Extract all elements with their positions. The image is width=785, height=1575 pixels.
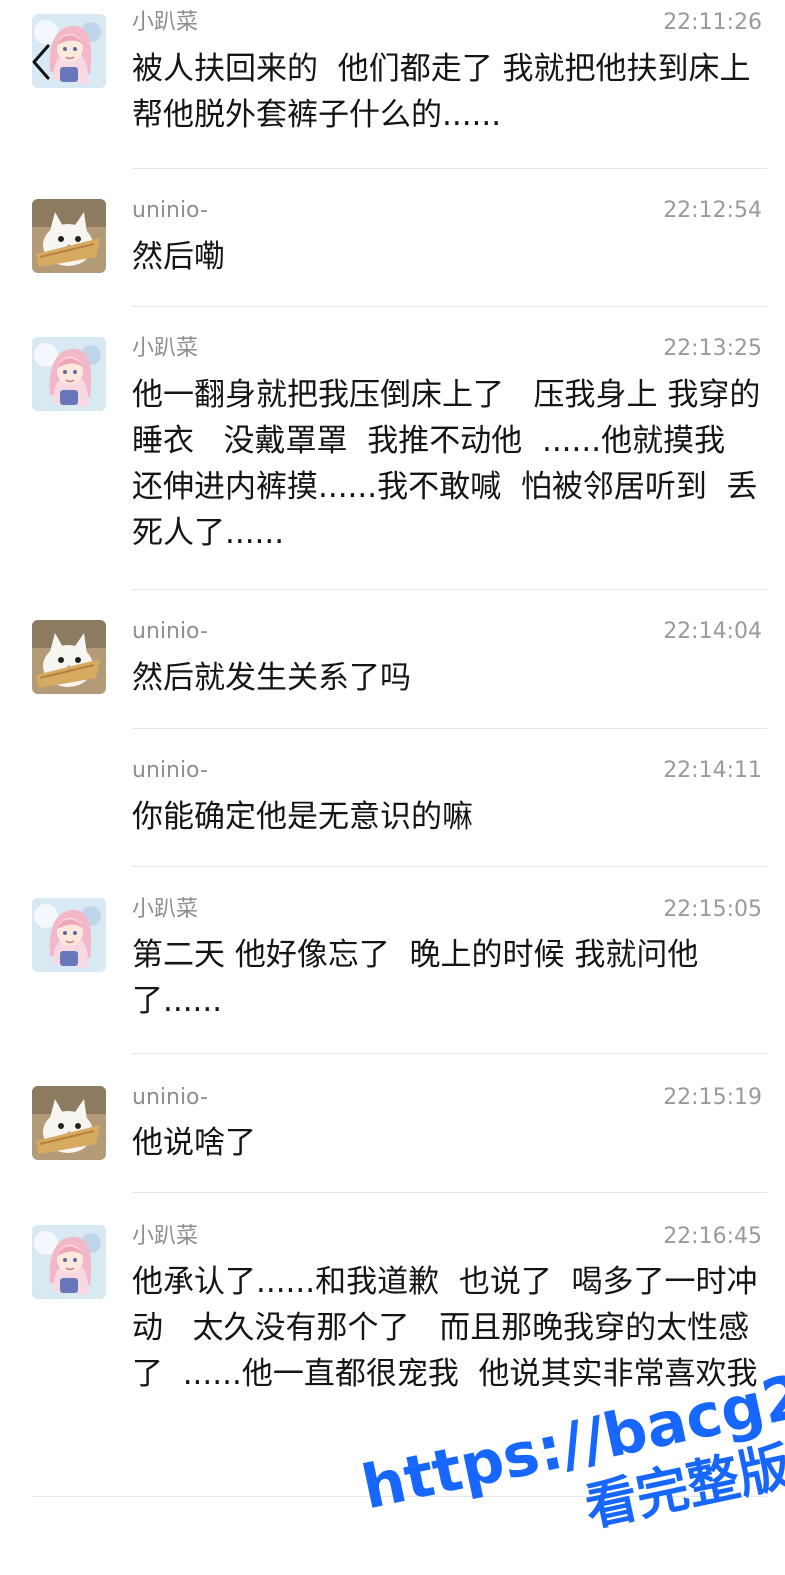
chat-message-4: uninio- 22:14:04 然后就发生关系了吗: [0, 591, 785, 730]
message-time: 22:15:05: [663, 897, 762, 922]
message-text: 他承认了......和我道歉 也说了 喝多了一时冲动 太久没有那个了 而且那晚我…: [132, 1264, 758, 1392]
message-time: 22:14:11: [663, 758, 762, 783]
chat-message-8: 小趴菜 22:16:45 他承认了......和我道歉 也说了 喝多了一时冲动 …: [0, 1194, 785, 1497]
message-divider: [132, 306, 767, 307]
message-divider: [132, 1192, 767, 1193]
message-sender: 小趴菜: [132, 336, 199, 361]
user-avatar-uninio[interactable]: [32, 620, 106, 694]
message-sender: uninio-: [132, 619, 208, 644]
anime-girl-avatar-icon: [32, 337, 106, 411]
message-divider: [132, 168, 767, 169]
message-divider: [132, 866, 767, 867]
message-time: 22:15:19: [663, 1085, 762, 1110]
message-time: 22:12:54: [663, 198, 762, 223]
message-sender: uninio-: [132, 198, 208, 223]
message-text: 被人扶回来的 他们都走了 我就把他扶到床上 帮他脱外套裤子什么的......: [132, 51, 771, 133]
chat-message-6: 小趴菜 22:15:05 第二天 他好像忘了 晚上的时候 我就问他了......: [0, 868, 785, 1055]
message-text: 你能确定他是无意识的嘛: [132, 799, 473, 835]
message-divider: [132, 1053, 767, 1054]
message-sender: 小趴菜: [132, 1224, 199, 1249]
message-text: 第二天 他好像忘了 晚上的时候 我就问他了......: [132, 937, 699, 1019]
chat-message-3: 小趴菜 22:13:25 他一翻身就把我压倒床上了 压我身上 我穿的睡衣 没戴罩…: [0, 308, 785, 591]
bottom-divider: [32, 1496, 767, 1497]
message-time: 22:13:25: [663, 336, 762, 361]
user-avatar-uninio[interactable]: [32, 199, 106, 273]
user-avatar-xiaopacai[interactable]: [32, 898, 106, 972]
message-time: 22:14:04: [663, 619, 762, 644]
message-divider: [132, 589, 767, 590]
message-text: 他一翻身就把我压倒床上了 压我身上 我穿的睡衣 没戴罩罩 我推不动他 .....…: [132, 377, 761, 551]
white-cat-avatar-icon: [32, 199, 106, 273]
message-divider: [132, 728, 767, 729]
white-cat-avatar-icon: [32, 620, 106, 694]
message-sender: uninio-: [132, 1085, 208, 1110]
user-avatar-xiaopacai[interactable]: [32, 337, 106, 411]
user-avatar-xiaopacai[interactable]: [32, 1225, 106, 1299]
message-sender: 小趴菜: [132, 897, 199, 922]
message-time: 22:11:26: [663, 10, 762, 35]
user-avatar-uninio[interactable]: [32, 1086, 106, 1160]
message-sender: uninio-: [132, 758, 208, 783]
message-text: 然后就发生关系了吗: [132, 660, 411, 696]
chat-screen: 小趴菜 22:11:26 被人扶回来的 他们都走了 我就把他扶到床上 帮他脱外套…: [0, 0, 785, 1575]
chat-message-2: uninio- 22:12:54 然后嘞: [0, 170, 785, 308]
message-time: 22:16:45: [663, 1224, 762, 1249]
message-text: 他说啥了: [132, 1125, 256, 1161]
chat-message-5: uninio- 22:14:11 你能确定他是无意识的嘛: [0, 730, 785, 868]
back-button[interactable]: [28, 42, 54, 82]
chat-message-1: 小趴菜 22:11:26 被人扶回来的 他们都走了 我就把他扶到床上 帮他脱外套…: [0, 0, 785, 170]
anime-girl-avatar-icon: [32, 898, 106, 972]
anime-girl-avatar-icon: [32, 1225, 106, 1299]
message-text: 然后嘞: [132, 239, 225, 275]
chat-message-7: uninio- 22:15:19 他说啥了: [0, 1055, 785, 1194]
message-sender: 小趴菜: [132, 10, 199, 35]
chevron-left-icon: [32, 44, 50, 80]
white-cat-avatar-icon: [32, 1086, 106, 1160]
